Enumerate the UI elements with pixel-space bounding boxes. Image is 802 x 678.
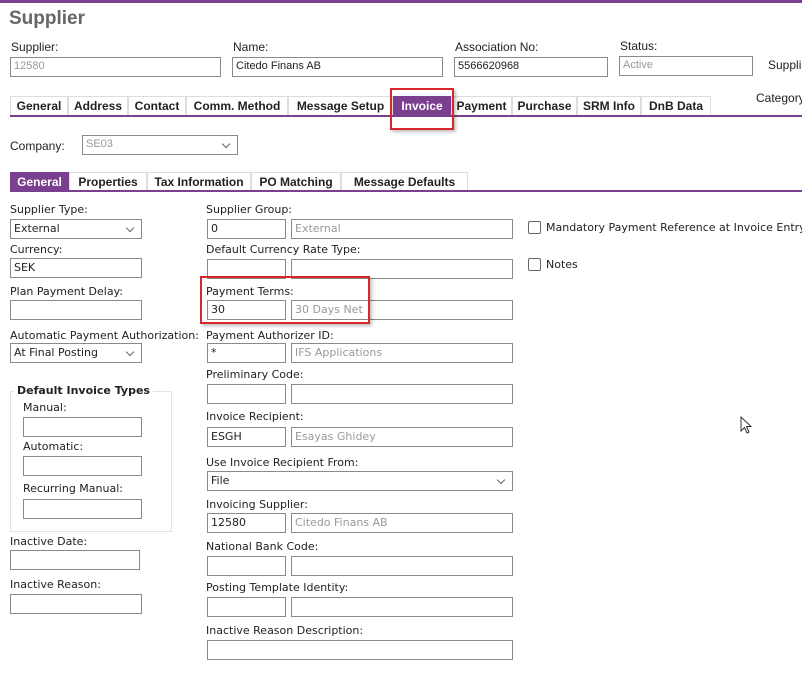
tab-srm-info[interactable]: SRM Info <box>577 96 641 115</box>
inactive-date-label: Inactive Date: <box>10 535 88 548</box>
name-field[interactable]: Citedo Finans AB <box>232 57 443 77</box>
use-invoice-recipient-from-select[interactable]: File <box>207 471 513 491</box>
posting-template-identity-label: Posting Template Identity: <box>206 581 349 594</box>
subtab-general[interactable]: General <box>10 172 69 191</box>
invoicing-supplier-label: Invoicing Supplier: <box>206 498 308 511</box>
auto-payment-auth-select[interactable]: At Final Posting <box>10 343 142 363</box>
inactive-reason-field[interactable] <box>10 594 142 614</box>
manual-label: Manual: <box>23 401 67 414</box>
tab-general[interactable]: General <box>10 96 68 115</box>
top-accent-bar <box>0 0 802 3</box>
national-bank-code-field[interactable] <box>207 556 286 576</box>
invoice-tab-highlight <box>390 88 454 130</box>
payment-authorizer-label: Payment Authorizer ID: <box>206 329 334 342</box>
supplier-group-label: Supplier Group: <box>206 203 293 216</box>
inactive-reason-label: Inactive Reason: <box>10 578 101 591</box>
company-select[interactable]: SE03 <box>82 135 238 155</box>
default-invoice-types-title: Default Invoice Types <box>14 384 153 397</box>
subtab-message-defaults[interactable]: Message Defaults <box>341 172 468 191</box>
recurring-manual-label: Recurring Manual: <box>23 482 123 495</box>
inactive-date-field[interactable] <box>10 550 140 570</box>
subtab-tax-information[interactable]: Tax Information <box>147 172 251 191</box>
subtab-properties[interactable]: Properties <box>69 172 147 191</box>
company-label: Company: <box>10 139 65 153</box>
category-label: Category <box>756 91 802 105</box>
payment-terms-highlight <box>200 276 370 324</box>
use-invoice-recipient-from-label: Use Invoice Recipient From: <box>206 456 359 469</box>
manual-field[interactable] <box>23 417 142 437</box>
name-label: Name: <box>233 40 269 54</box>
main-tabs: General Address Contact Comm. Method Mes… <box>10 96 711 115</box>
status-field[interactable]: Active <box>619 56 753 76</box>
invoice-recipient-desc-field: Esayas Ghidey <box>291 427 513 447</box>
supplier-type-select[interactable]: External <box>10 219 142 239</box>
automatic-field[interactable] <box>23 456 142 476</box>
preliminary-code-label: Preliminary Code: <box>206 368 304 381</box>
association-no-label: Association No: <box>455 40 539 54</box>
automatic-label: Automatic: <box>23 440 84 453</box>
national-bank-code-desc-field <box>291 556 513 576</box>
mandatory-payment-reference-checkbox[interactable] <box>528 221 541 234</box>
tab-payment[interactable]: Payment <box>451 96 512 115</box>
tab-address[interactable]: Address <box>68 96 128 115</box>
supplier-label: Supplier: <box>11 40 59 54</box>
default-currency-rate-type-label: Default Currency Rate Type: <box>206 243 361 256</box>
currency-label: Currency: <box>10 243 63 256</box>
notes-label: Notes <box>546 258 578 271</box>
status-label: Status: <box>620 39 658 53</box>
preliminary-code-desc-field <box>291 384 513 404</box>
posting-template-desc-field <box>291 597 513 617</box>
subtab-po-matching[interactable]: PO Matching <box>251 172 341 191</box>
invoicing-supplier-desc-field: Citedo Finans AB <box>291 513 513 533</box>
invoice-recipient-label: Invoice Recipient: <box>206 410 304 423</box>
supplier-type-label: Supplier Type: <box>10 203 88 216</box>
inactive-reason-description-label: Inactive Reason Description: <box>206 624 364 637</box>
national-bank-code-label: National Bank Code: <box>206 540 319 553</box>
preliminary-code-field[interactable] <box>207 384 286 404</box>
payment-authorizer-code-field[interactable]: * <box>207 343 286 363</box>
supplier-group-desc-field: External <box>291 219 513 239</box>
inactive-reason-description-field[interactable] <box>207 640 513 660</box>
supplier-group-code-field[interactable]: 0 <box>207 219 286 239</box>
recurring-manual-field[interactable] <box>23 499 142 519</box>
posting-template-code-field[interactable] <box>207 597 286 617</box>
auto-payment-auth-label: Automatic Payment Authorization: <box>10 329 199 342</box>
plan-payment-delay-label: Plan Payment Delay: <box>10 285 124 298</box>
association-no-field[interactable]: 5566620968 <box>454 57 608 77</box>
currency-field[interactable]: SEK <box>10 258 142 278</box>
tab-purchase[interactable]: Purchase <box>512 96 577 115</box>
page-title: Supplier <box>9 8 86 29</box>
tab-contact[interactable]: Contact <box>128 96 186 115</box>
payment-authorizer-desc-field: IFS Applications <box>291 343 513 363</box>
notes-checkbox[interactable] <box>528 258 541 271</box>
supplier-field[interactable]: 12580 <box>10 57 221 77</box>
mouse-cursor-icon <box>740 416 753 434</box>
sub-tabs-underline <box>10 190 802 192</box>
invoice-recipient-code-field[interactable]: ESGH <box>207 427 286 447</box>
invoicing-supplier-code-field[interactable]: 12580 <box>207 513 286 533</box>
mandatory-payment-reference-label: Mandatory Payment Reference at Invoice E… <box>546 221 802 234</box>
sub-tabs: General Properties Tax Information PO Ma… <box>10 172 468 191</box>
supplier-category-label-cut: Supplie <box>768 58 802 72</box>
tab-dnb-data[interactable]: DnB Data <box>641 96 711 115</box>
tab-comm-method[interactable]: Comm. Method <box>186 96 288 115</box>
tab-message-setup[interactable]: Message Setup <box>288 96 393 115</box>
plan-payment-delay-field[interactable] <box>10 300 142 320</box>
